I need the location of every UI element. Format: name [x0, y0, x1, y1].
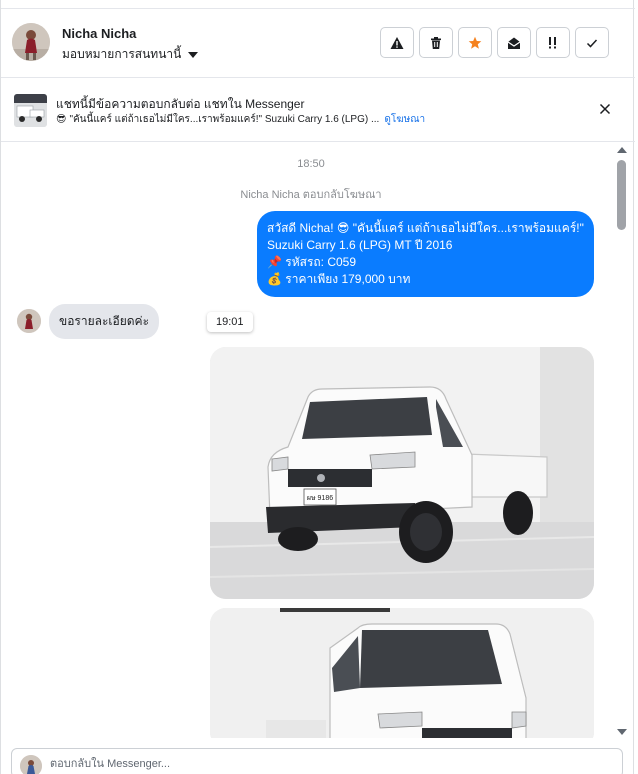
- ad-reply-banner: แชทนี้มีข้อความตอบกลับต่อ แชทใน Messenge…: [1, 79, 635, 142]
- incoming-message[interactable]: ขอรายละเอียดค่ะ: [49, 304, 160, 339]
- mark-done-button[interactable]: [575, 27, 609, 58]
- reply-composer: [11, 748, 623, 774]
- car-photo[interactable]: [210, 608, 594, 738]
- message-thread[interactable]: 18:50 Nicha Nicha ตอบกลับโฆษณา สวัสดี Ni…: [1, 142, 635, 738]
- chat-scrollbar[interactable]: [615, 142, 629, 738]
- mark-spam-button[interactable]: [380, 27, 414, 58]
- ad-reply-note: Nicha Nicha ตอบกลับโฆษณา: [240, 189, 382, 201]
- delete-button[interactable]: [419, 27, 453, 58]
- outgoing-message[interactable]: สวัสดี Nicha! 😎 "คันนี้แคร์ แต่ถ้าเธอไม่…: [257, 211, 594, 297]
- ad-thumbnail[interactable]: [14, 94, 47, 127]
- star-button[interactable]: [458, 27, 492, 58]
- scrollbar-thumb[interactable]: [617, 160, 626, 230]
- mark-unread-button[interactable]: [497, 27, 531, 58]
- conversation-panel: Nicha Nicha มอบหมายการสนทนานี้ แชทนี้มีข…: [0, 0, 635, 774]
- hover-timestamp: 19:01: [207, 312, 253, 332]
- page-avatar: [20, 755, 42, 774]
- sender-avatar[interactable]: [17, 309, 41, 333]
- conversation-header: Nicha Nicha มอบหมายการสนทนานี้: [1, 8, 635, 78]
- scroll-down-arrow-icon[interactable]: [617, 729, 627, 735]
- sunglasses-emoji: 😎: [56, 114, 67, 125]
- caret-down-icon: [188, 52, 199, 58]
- contact-name[interactable]: Nicha Nicha: [62, 26, 136, 41]
- star-icon: [468, 36, 482, 49]
- ad-snippet-text: "คันนี้แคร์ แต่ถ้าเธอไม่มีใคร...เราพร้อม…: [69, 114, 380, 125]
- car-photo[interactable]: ผษ 9186: [210, 347, 594, 599]
- ad-banner-snippet: 😎 "คันนี้แคร์ แต่ถ้าเธอไม่มีใคร...เราพร้อ…: [56, 112, 425, 127]
- follow-up-button[interactable]: [536, 27, 570, 58]
- close-icon: [599, 103, 611, 115]
- message-line: Suzuki Carry 1.6 (LPG) MT ปี 2016: [267, 238, 453, 252]
- scroll-up-arrow-icon[interactable]: [617, 147, 627, 153]
- warning-icon: [390, 36, 404, 49]
- exclamation-icon: [549, 36, 556, 48]
- conversation-toolbar: [380, 27, 609, 58]
- check-icon: [586, 38, 598, 48]
- reply-input[interactable]: [50, 755, 590, 773]
- close-banner-button[interactable]: [597, 101, 613, 117]
- message-line: 📌 รหัสรถ: C059: [267, 255, 357, 269]
- envelope-open-icon: [507, 37, 521, 49]
- assign-label: มอบหมายการสนทนานี้: [62, 47, 182, 61]
- license-plate: ผษ 9186: [307, 495, 333, 502]
- message-line: สวัสดี Nicha! 😎 "คันนี้แคร์ แต่ถ้าเธอไม่…: [267, 221, 584, 235]
- timestamp: 18:50: [297, 158, 325, 170]
- trash-icon: [431, 36, 441, 49]
- assign-conversation-dropdown[interactable]: มอบหมายการสนทนานี้: [62, 45, 199, 64]
- message-line: 💰 ราคาเพียง 179,000 บาท: [267, 272, 411, 286]
- view-ad-link[interactable]: ดูโฆษณา: [384, 114, 425, 125]
- contact-avatar[interactable]: [12, 23, 50, 61]
